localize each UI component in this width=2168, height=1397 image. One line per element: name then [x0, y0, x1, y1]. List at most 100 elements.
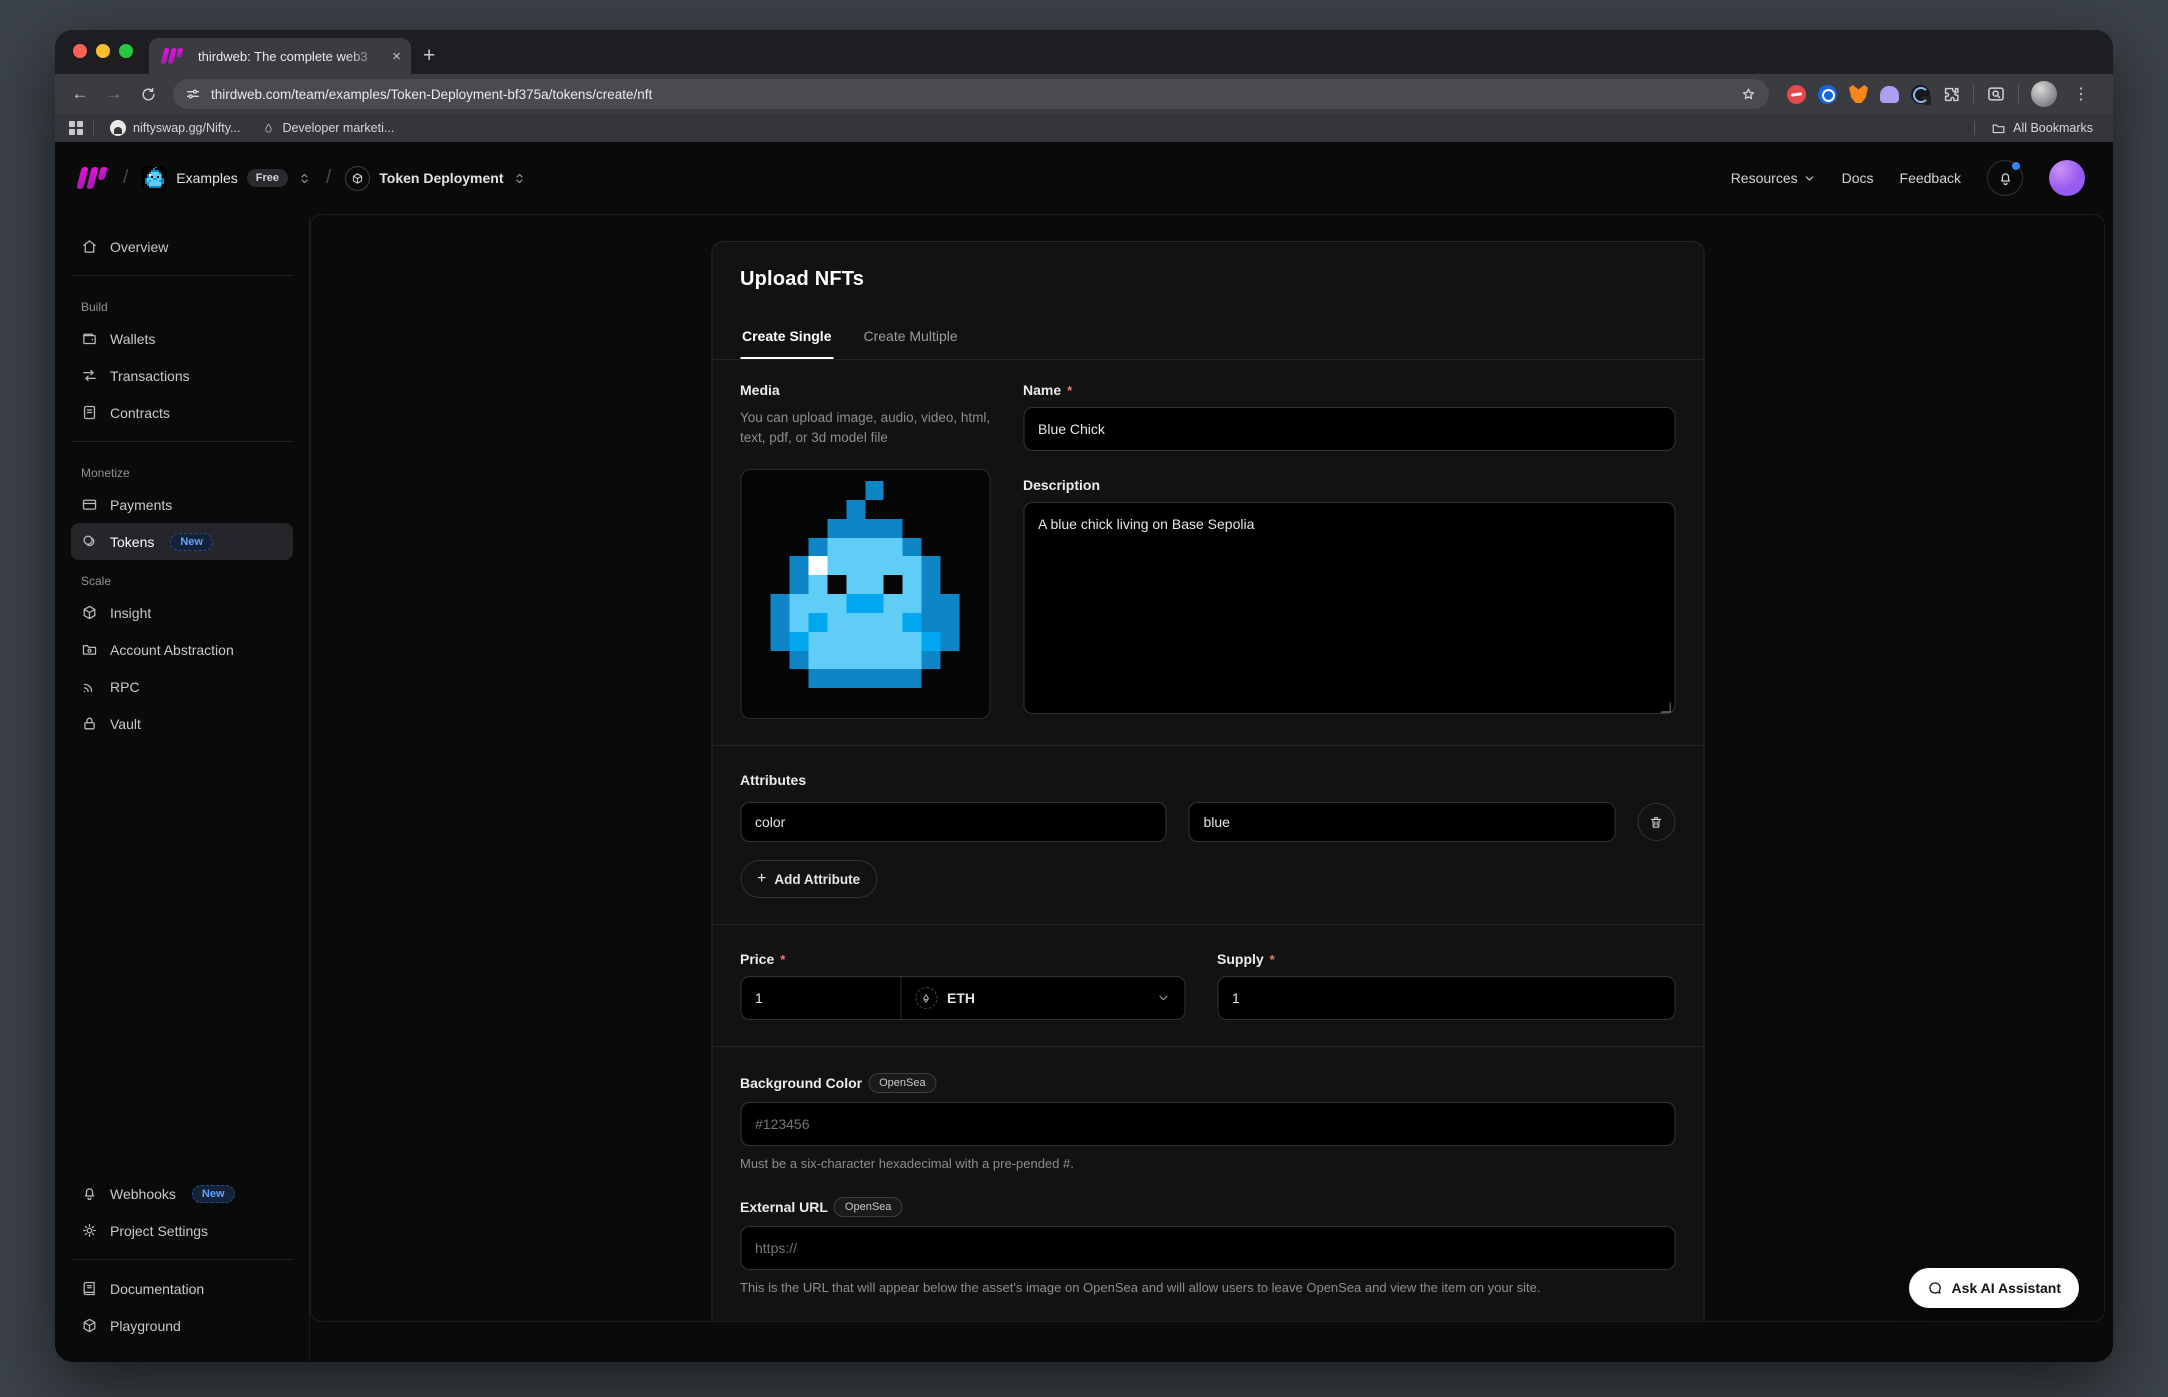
- bookmark-item[interactable]: niftyswap.gg/Nifty...: [104, 120, 246, 136]
- description-textarea[interactable]: A blue chick living on Base Sepolia: [1023, 502, 1675, 714]
- name-input[interactable]: [1023, 407, 1675, 451]
- chevron-updown-icon[interactable]: [512, 171, 527, 186]
- description-label: Description: [1023, 477, 1675, 493]
- forward-icon[interactable]: →: [99, 79, 129, 109]
- background-color-input[interactable]: [740, 1102, 1675, 1146]
- sidebar-item-rpc[interactable]: RPC: [71, 668, 293, 705]
- account-avatar[interactable]: [2049, 160, 2085, 196]
- sidebar-label: Transactions: [110, 368, 190, 384]
- supply-label: Supply*: [1217, 951, 1675, 967]
- project-name: Token Deployment: [379, 170, 503, 186]
- sidebar-item-payments[interactable]: Payments: [71, 486, 293, 523]
- sidebar-item-webhooks[interactable]: Webhooks New: [71, 1175, 293, 1212]
- resources-menu[interactable]: Resources: [1731, 170, 1816, 186]
- reload-icon[interactable]: [133, 79, 163, 109]
- browser-tab[interactable]: thirdweb: The complete web3 ×: [149, 38, 411, 74]
- tab-close-icon[interactable]: ×: [392, 48, 401, 65]
- tab-create-multiple[interactable]: Create Multiple: [861, 313, 959, 359]
- sidebar-item-contracts[interactable]: Contracts: [71, 394, 293, 431]
- sidebar-label: Insight: [110, 605, 151, 621]
- price-input[interactable]: [741, 977, 901, 1019]
- bookmark-star-icon[interactable]: [1740, 86, 1757, 103]
- chevron-down-icon: [1156, 991, 1170, 1005]
- trash-icon: [1649, 815, 1664, 830]
- opensea-badge: OpenSea: [834, 1197, 902, 1217]
- currency-select[interactable]: ETH: [901, 977, 1184, 1019]
- team-selector[interactable]: Examples Free: [142, 166, 312, 191]
- sidebar-item-documentation[interactable]: Documentation: [71, 1270, 293, 1307]
- delete-attribute-button[interactable]: [1637, 803, 1675, 841]
- sidebar-item-transactions[interactable]: Transactions: [71, 357, 293, 394]
- extension-icon-red[interactable]: [1787, 85, 1806, 104]
- tab-create-single[interactable]: Create Single: [740, 313, 833, 359]
- browser-profile-avatar[interactable]: [2031, 81, 2057, 107]
- sidebar-label: Documentation: [110, 1281, 204, 1297]
- price-supply-section: Price* ETH: [740, 951, 1675, 1020]
- extensions-puzzle-icon[interactable]: [1942, 85, 1961, 104]
- plus-icon: +: [757, 870, 766, 888]
- maximize-window-button[interactable]: [119, 44, 133, 58]
- required-asterisk: *: [780, 952, 785, 967]
- cube-icon: [81, 1317, 98, 1334]
- address-bar[interactable]: thirdweb.com/team/examples/Token-Deploym…: [173, 79, 1769, 109]
- docs-link[interactable]: Docs: [1842, 170, 1874, 186]
- folder-icon: [1991, 121, 2006, 136]
- sidebar-item-playground[interactable]: Playground: [71, 1307, 293, 1344]
- new-tab-button[interactable]: +: [423, 44, 435, 68]
- project-icon: [345, 166, 370, 191]
- bell-icon: [1997, 170, 2014, 187]
- sidebar-label: Playground: [110, 1318, 181, 1334]
- chevron-updown-icon[interactable]: [297, 171, 312, 186]
- gear-icon: [81, 1222, 98, 1239]
- site-info-icon[interactable]: [185, 86, 201, 102]
- bookmark-item[interactable]: Developer marketi...: [256, 121, 400, 135]
- attribute-name-input[interactable]: [740, 802, 1167, 842]
- folder-icon: [81, 641, 98, 658]
- add-attribute-button[interactable]: + Add Attribute: [740, 860, 877, 898]
- minimize-window-button[interactable]: [96, 44, 110, 58]
- extension-icon-clock[interactable]: [1911, 85, 1930, 104]
- sidebar-item-overview[interactable]: Overview: [71, 228, 293, 265]
- sidebar-item-wallets[interactable]: Wallets: [71, 320, 293, 357]
- thirdweb-logo[interactable]: [76, 167, 107, 189]
- name-label: Name*: [1023, 382, 1675, 398]
- sidebar-item-account-abstraction[interactable]: Account Abstraction: [71, 631, 293, 668]
- phantom-extension-icon[interactable]: [1880, 86, 1899, 103]
- external-url-input[interactable]: [740, 1226, 1675, 1270]
- tab-search-icon[interactable]: [1986, 84, 2006, 104]
- lock-icon: [81, 715, 98, 732]
- media-upload-preview[interactable]: [740, 469, 990, 719]
- notifications-button[interactable]: [1987, 160, 2023, 196]
- browser-menu-icon[interactable]: ⋮: [2069, 84, 2093, 104]
- media-section: Media You can upload image, audio, video…: [740, 382, 995, 719]
- attribute-value-input[interactable]: [1189, 802, 1616, 842]
- all-bookmarks-button[interactable]: All Bookmarks: [1985, 121, 2099, 136]
- metamask-extension-icon[interactable]: [1849, 85, 1868, 103]
- team-name: Examples: [176, 170, 237, 186]
- bookmark-favicon: [262, 122, 275, 135]
- sidebar-item-vault[interactable]: Vault: [71, 705, 293, 742]
- app-header: / Examples Free / Token Deployment: [55, 142, 2113, 214]
- sidebar-label: Webhooks: [110, 1186, 176, 1202]
- supply-input[interactable]: [1217, 976, 1675, 1020]
- sidebar-item-project-settings[interactable]: Project Settings: [71, 1212, 293, 1249]
- feedback-link[interactable]: Feedback: [1900, 170, 1961, 186]
- background-color-help: Must be a six-character hexadecimal with…: [740, 1156, 1675, 1171]
- chat-bubble-icon: [1927, 1280, 1943, 1296]
- opensea-badge: OpenSea: [868, 1073, 936, 1093]
- sidebar-item-insight[interactable]: Insight: [71, 594, 293, 631]
- resources-label: Resources: [1731, 170, 1798, 186]
- wallet-icon: [81, 330, 98, 347]
- apps-grid-icon[interactable]: [69, 121, 83, 135]
- back-icon[interactable]: ←: [65, 79, 95, 109]
- project-selector[interactable]: Token Deployment: [345, 166, 527, 191]
- sidebar-item-tokens[interactable]: Tokens New: [71, 523, 293, 560]
- sidebar-group-build: Build: [81, 300, 283, 314]
- extension-icon-blue-ring[interactable]: [1818, 85, 1837, 104]
- upload-nfts-card: Upload NFTs Create Single Create Multipl…: [711, 241, 1704, 1322]
- media-hint: You can upload image, audio, video, html…: [740, 408, 995, 447]
- ask-ai-assistant-button[interactable]: Ask AI Assistant: [1909, 1268, 2079, 1308]
- close-window-button[interactable]: [73, 44, 87, 58]
- new-badge: New: [170, 533, 213, 551]
- browser-toolbar: ← → thirdweb.com/team/examples/Token-Dep…: [55, 74, 2113, 114]
